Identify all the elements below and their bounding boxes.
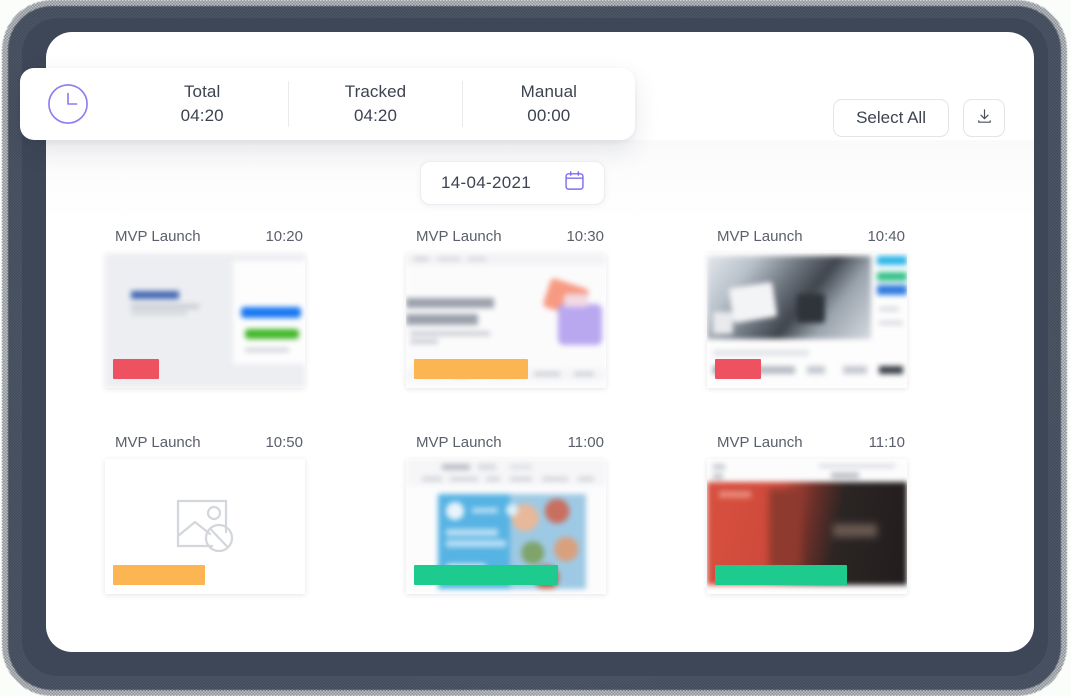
activity-bar bbox=[414, 565, 558, 585]
screenshot-card[interactable]: MVP Launch 10:20 bbox=[105, 228, 305, 388]
select-all-button[interactable]: Select All bbox=[833, 99, 949, 137]
toolbar-actions: Select All bbox=[833, 99, 1005, 137]
stat-total-value: 04:20 bbox=[180, 106, 224, 125]
stat-tracked-label: Tracked bbox=[344, 82, 407, 101]
calendar-icon[interactable] bbox=[563, 169, 586, 197]
screenshot-card[interactable]: MVP Launch 11:00 bbox=[406, 434, 606, 594]
screenshot-meta: MVP Launch 10:40 bbox=[707, 228, 907, 253]
activity-bar bbox=[113, 565, 205, 585]
stats-group: Total 04:20 Tracked 04:20 Manual 00:00 bbox=[116, 68, 635, 140]
screenshot-time: 10:30 bbox=[566, 228, 604, 245]
stat-total: Total 04:20 bbox=[116, 81, 288, 127]
activity-bar bbox=[715, 565, 848, 585]
screenshot-thumbnail[interactable] bbox=[406, 459, 606, 594]
activity-bar bbox=[715, 359, 761, 379]
screenshot-time: 10:20 bbox=[265, 228, 303, 245]
activity-bar bbox=[414, 359, 529, 379]
screenshot-time: 11:00 bbox=[567, 434, 604, 451]
screenshot-meta: MVP Launch 10:50 bbox=[105, 434, 305, 459]
screenshot-meta: MVP Launch 10:20 bbox=[105, 228, 305, 253]
screenshot-grid: MVP Launch 10:20 MVP Launch 10:30 MVP La… bbox=[105, 228, 965, 594]
app-window: Total 04:20 Tracked 04:20 Manual 00:00 S… bbox=[0, 0, 1071, 696]
time-summary-card: Total 04:20 Tracked 04:20 Manual 00:00 bbox=[20, 68, 635, 140]
screenshot-title: MVP Launch bbox=[416, 434, 502, 451]
screenshot-meta: MVP Launch 11:00 bbox=[406, 434, 606, 459]
screenshot-time: 10:40 bbox=[867, 228, 905, 245]
screenshot-meta: MVP Launch 10:30 bbox=[406, 228, 606, 253]
screenshot-title: MVP Launch bbox=[115, 228, 201, 245]
screenshot-thumbnail[interactable] bbox=[707, 253, 907, 388]
stat-total-label: Total bbox=[183, 82, 221, 101]
screenshot-card[interactable]: MVP Launch 10:30 bbox=[406, 228, 606, 388]
screenshot-card[interactable]: MVP Launch 10:50 bbox=[105, 434, 305, 594]
screenshot-thumbnail[interactable] bbox=[105, 253, 305, 388]
stat-tracked-value: 04:20 bbox=[353, 106, 398, 125]
screenshot-card[interactable]: MVP Launch 11:10 bbox=[707, 434, 907, 594]
screenshot-thumbnail[interactable] bbox=[707, 459, 907, 594]
activity-bar bbox=[113, 359, 159, 379]
date-picker-value: 14-04-2021 bbox=[441, 173, 531, 192]
download-icon bbox=[975, 107, 994, 129]
stat-manual: Manual 00:00 bbox=[461, 81, 635, 127]
screenshot-card[interactable]: MVP Launch 10:40 bbox=[707, 228, 907, 388]
screenshot-title: MVP Launch bbox=[717, 228, 803, 245]
stat-manual-value: 00:00 bbox=[527, 106, 571, 125]
screenshot-time: 10:50 bbox=[265, 434, 303, 451]
screenshot-thumbnail[interactable] bbox=[406, 253, 606, 388]
download-button[interactable] bbox=[963, 99, 1005, 137]
stat-manual-label: Manual bbox=[520, 82, 577, 101]
screenshot-thumbnail[interactable] bbox=[105, 459, 305, 594]
clock-icon bbox=[20, 83, 116, 125]
stat-tracked: Tracked 04:20 bbox=[288, 81, 461, 127]
screenshot-time: 11:10 bbox=[868, 434, 905, 451]
screenshot-title: MVP Launch bbox=[717, 434, 803, 451]
screenshot-meta: MVP Launch 11:10 bbox=[707, 434, 907, 459]
screenshot-title: MVP Launch bbox=[115, 434, 201, 451]
date-picker[interactable]: 14-04-2021 bbox=[420, 161, 605, 205]
screenshot-title: MVP Launch bbox=[416, 228, 502, 245]
